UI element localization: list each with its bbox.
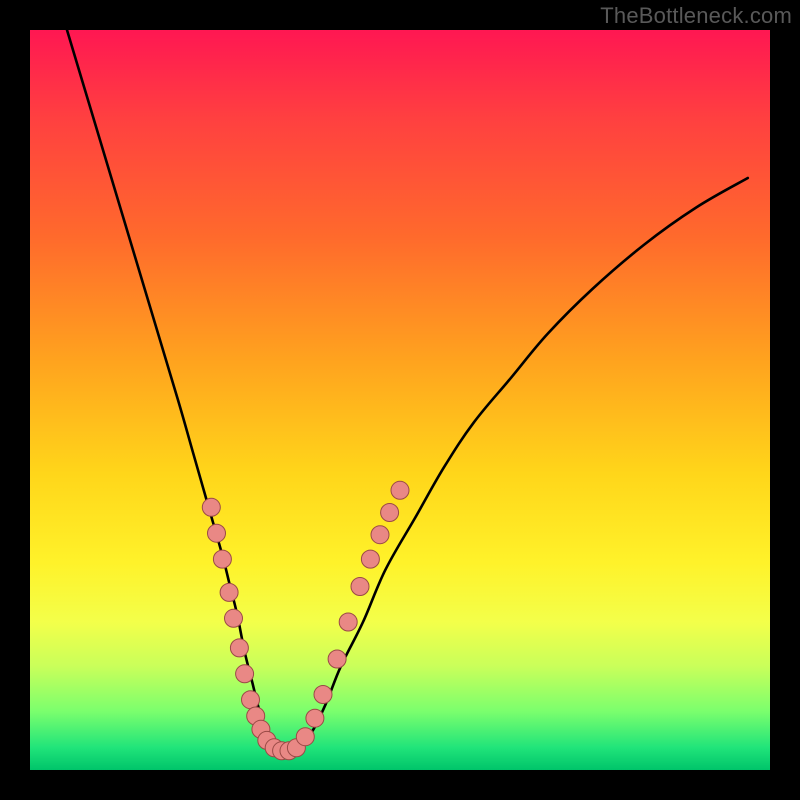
marker-dot [351, 578, 369, 596]
marker-group [202, 481, 409, 760]
marker-dot [361, 550, 379, 568]
marker-dot [225, 609, 243, 627]
marker-dot [371, 526, 389, 544]
marker-dot [242, 691, 260, 709]
marker-dot [213, 550, 231, 568]
marker-dot [381, 504, 399, 522]
marker-dot [296, 728, 314, 746]
marker-dot [339, 613, 357, 631]
marker-dot [314, 686, 332, 704]
plot-area [30, 30, 770, 770]
marker-dot [306, 709, 324, 727]
chart-frame: TheBottleneck.com [0, 0, 800, 800]
curve-svg [30, 30, 770, 770]
marker-dot [208, 524, 226, 542]
marker-dot [202, 498, 220, 516]
marker-dot [220, 583, 238, 601]
marker-dot [236, 665, 254, 683]
marker-dot [328, 650, 346, 668]
marker-dot [391, 481, 409, 499]
watermark-text: TheBottleneck.com [600, 3, 792, 29]
marker-dot [230, 639, 248, 657]
bottleneck-curve [67, 30, 748, 756]
